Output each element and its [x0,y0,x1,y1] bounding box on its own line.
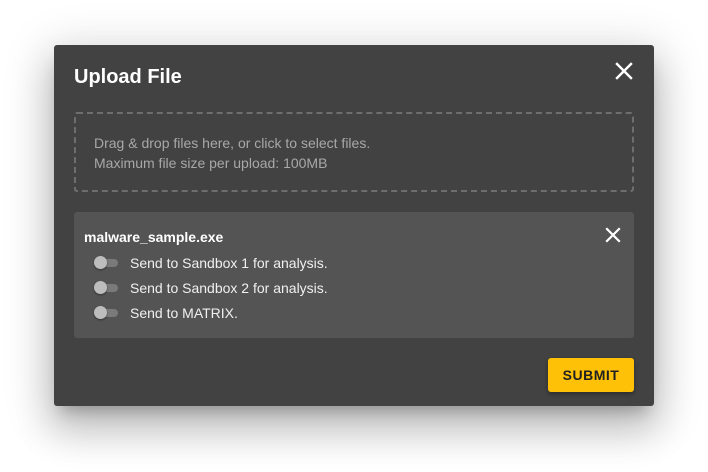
close-icon [605,227,621,243]
toggle-thumb [94,281,107,294]
dialog-title: Upload File [74,66,182,88]
file-dropzone[interactable]: Drag & drop files here, or click to sele… [74,112,634,192]
option-label: Send to MATRIX. [130,305,238,321]
close-icon [615,62,633,80]
option-label: Send to Sandbox 1 for analysis. [130,255,328,271]
matrix-toggle[interactable] [94,303,120,323]
file-card: malware_sample.exe Send to Sandbox 1 for… [74,212,634,338]
option-sandbox-2[interactable]: Send to Sandbox 2 for analysis. [94,278,328,298]
option-sandbox-1[interactable]: Send to Sandbox 1 for analysis. [94,253,328,273]
option-label: Send to Sandbox 2 for analysis. [130,280,328,296]
option-matrix[interactable]: Send to MATRIX. [94,303,238,323]
submit-button[interactable]: SUBMIT [548,358,634,392]
remove-file-button[interactable] [602,224,624,246]
dropzone-size-limit: Maximum file size per upload: 100MB [94,155,328,171]
sandbox-1-toggle[interactable] [94,253,120,273]
dropzone-instructions: Drag & drop files here, or click to sele… [94,135,371,151]
toggle-thumb [94,256,107,269]
upload-file-dialog: Upload File Drag & drop files here, or c… [54,45,654,406]
file-name: malware_sample.exe [84,229,224,245]
dialog-close-button[interactable] [612,59,636,83]
sandbox-2-toggle[interactable] [94,278,120,298]
toggle-thumb [94,306,107,319]
